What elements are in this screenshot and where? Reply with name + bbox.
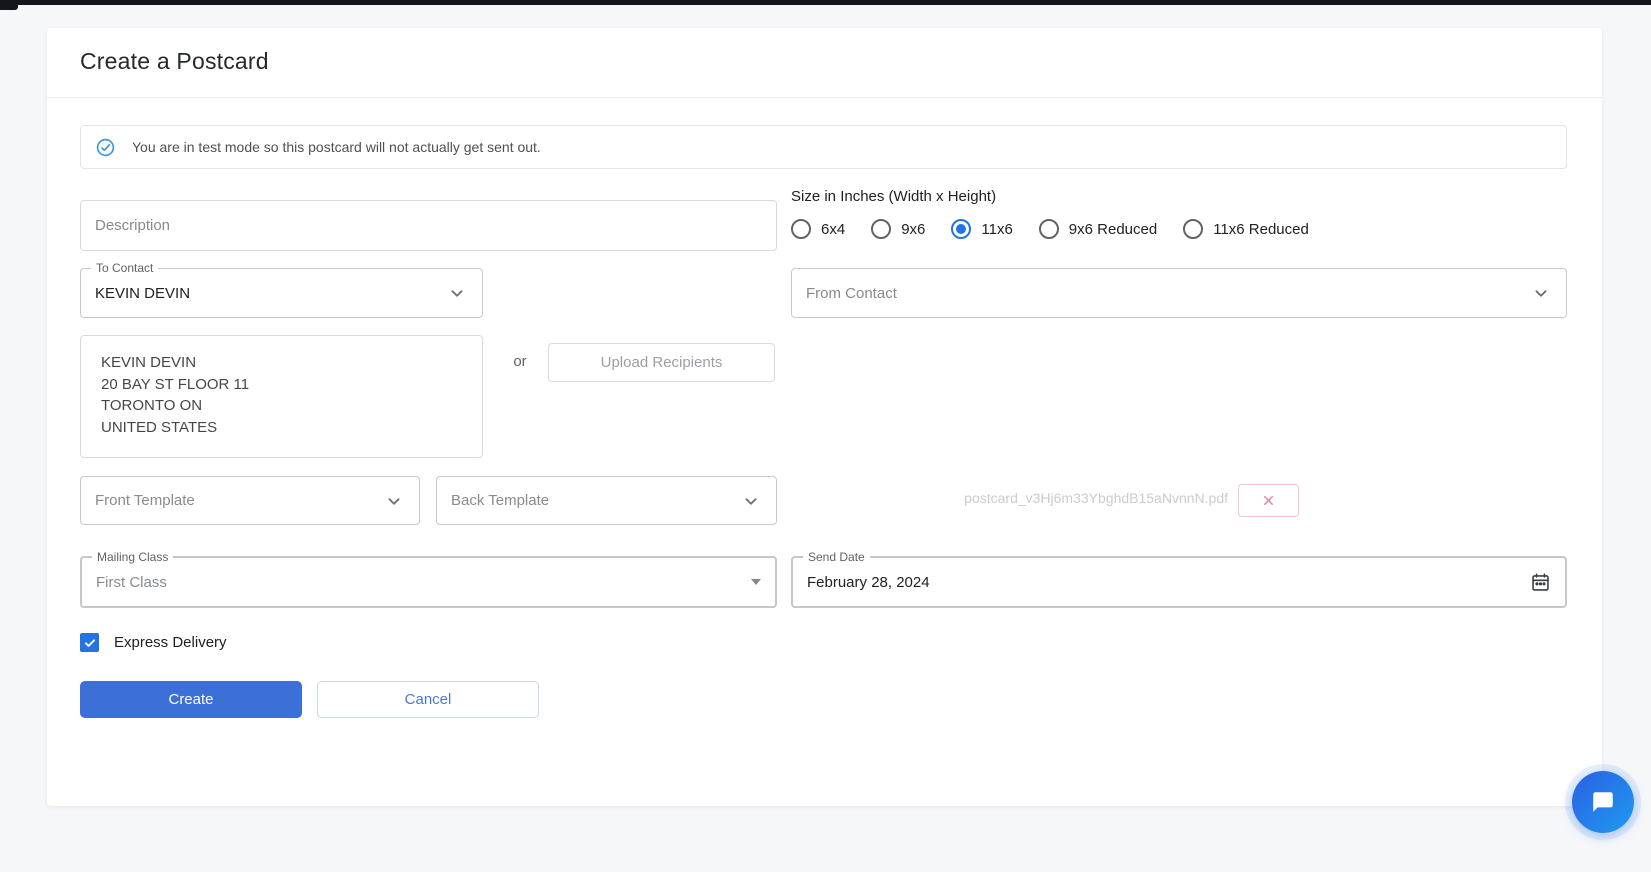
header-divider [47, 97, 1602, 98]
radio-icon [791, 219, 811, 239]
description-input[interactable] [80, 200, 777, 251]
radio-label: 9x6 Reduced [1068, 220, 1158, 238]
upload-recipients-label: Upload Recipients [600, 354, 723, 371]
test-mode-text: You are in test mode so this postcard wi… [132, 139, 541, 155]
back-template-select[interactable]: Back Template [436, 476, 777, 525]
mailing-class-value: First Class [96, 573, 167, 591]
send-date-label: Send Date [803, 550, 870, 564]
or-separator: or [513, 353, 527, 370]
upload-recipients-button[interactable]: Upload Recipients [548, 343, 775, 382]
chevron-down-icon [1530, 282, 1552, 304]
front-template-select[interactable]: Front Template [80, 476, 420, 525]
recipient-address-preview: KEVIN DEVIN 20 BAY ST FLOOR 11 TORONTO O… [80, 335, 483, 458]
to-contact-select[interactable]: To Contact KEVIN DEVIN [80, 261, 483, 318]
radio-label: 11x6 [981, 220, 1013, 238]
radio-label: 11x6 Reduced [1213, 220, 1309, 238]
radio-icon [1038, 219, 1059, 239]
express-delivery-label: Express Delivery [114, 634, 227, 651]
checkbox-icon [80, 633, 99, 652]
to-contact-label: To Contact [91, 261, 159, 275]
check-circle-icon [95, 137, 116, 158]
size-radio-11x6[interactable]: 11x6 [951, 219, 1013, 239]
address-line: 20 BAY ST FLOOR 11 [101, 375, 250, 393]
top-dark-tab [0, 0, 18, 10]
size-radio-6x4[interactable]: 6x4 [791, 219, 845, 239]
chevron-down-icon [446, 282, 468, 304]
radio-icon [871, 219, 892, 239]
size-group: Size in Inches (Width x Height) 6x4 9x6 … [791, 188, 1567, 239]
test-mode-alert: You are in test mode so this postcard wi… [80, 125, 1567, 169]
remove-file-button[interactable] [1238, 484, 1299, 517]
page-title: Create a Postcard [80, 48, 269, 74]
send-date-value: February 28, 2024 [807, 573, 930, 591]
chevron-down-icon [383, 490, 405, 512]
front-template-placeholder: Front Template [95, 492, 195, 509]
address-line: TORONTO ON [101, 397, 203, 414]
top-dark-strip [0, 0, 1651, 5]
chat-bubble-icon [1590, 789, 1616, 815]
radio-icon [951, 219, 972, 239]
radio-label: 6x4 [821, 220, 846, 238]
address-line: KEVIN DEVIN [101, 354, 197, 371]
size-radio-9x6[interactable]: 9x6 [871, 219, 925, 239]
mailing-class-select[interactable]: Mailing Class First Class [80, 550, 777, 608]
create-button[interactable]: Create [80, 681, 302, 718]
mailing-class-label: Mailing Class [92, 550, 174, 564]
chat-launcher-button[interactable] [1572, 771, 1634, 833]
size-label: Size in Inches (Width x Height) [791, 188, 997, 205]
chevron-down-icon [740, 490, 762, 512]
to-contact-value: KEVIN DEVIN [95, 284, 191, 302]
radio-icon [1183, 219, 1204, 239]
calendar-icon[interactable] [1530, 572, 1551, 593]
express-delivery-checkbox[interactable]: Express Delivery [80, 633, 227, 652]
create-postcard-card: Create a Postcard You are in test mode s… [47, 28, 1602, 806]
cancel-button[interactable]: Cancel [317, 681, 539, 718]
x-icon [1261, 493, 1276, 508]
size-radio-11x6-reduced[interactable]: 11x6 Reduced [1183, 219, 1309, 239]
from-contact-select[interactable]: From Contact [791, 268, 1567, 318]
uploaded-file-name: postcard_v3Hj6m33YbghdB15aNvnnN.pdf [964, 490, 1228, 506]
send-date-field[interactable]: Send Date February 28, 2024 [791, 550, 1567, 608]
size-radio-9x6-reduced[interactable]: 9x6 Reduced [1038, 219, 1158, 239]
from-contact-placeholder: From Contact [806, 284, 897, 302]
size-radio-row: 6x4 9x6 11x6 9x6 Reduced 11x6 Reduced [791, 219, 1567, 239]
address-line: UNITED STATES [101, 418, 218, 436]
radio-label: 9x6 [901, 220, 926, 238]
caret-down-icon [751, 579, 761, 585]
back-template-placeholder: Back Template [451, 492, 550, 509]
